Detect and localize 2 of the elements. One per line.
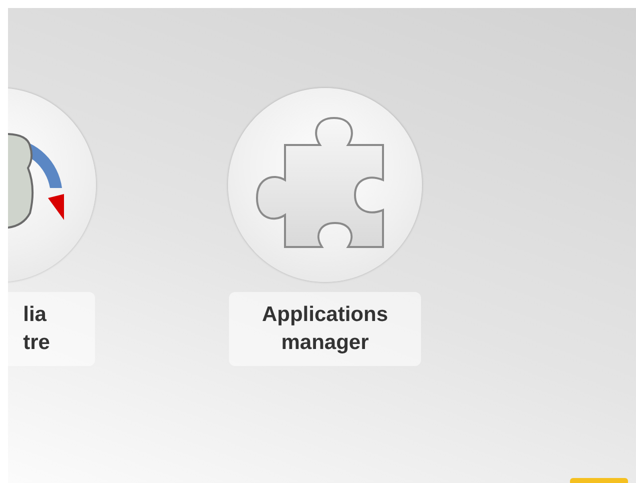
app-label: Applications manager <box>229 292 421 366</box>
app-label: lia tre <box>8 292 95 366</box>
